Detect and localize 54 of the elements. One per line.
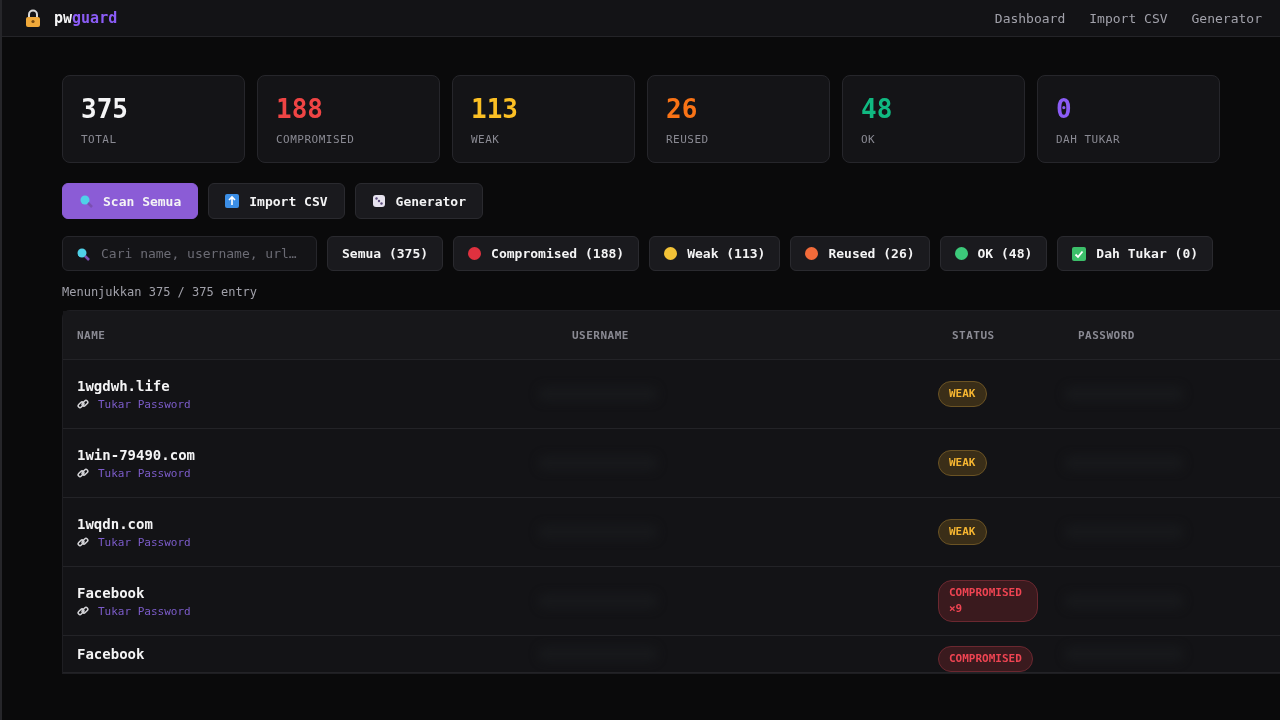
link-icon	[77, 536, 89, 548]
change-password-link[interactable]: Tukar Password	[98, 397, 191, 411]
stat-label: OK	[861, 133, 877, 146]
stat-value: 0	[1056, 93, 1073, 125]
search-icon	[79, 194, 93, 208]
column-header: USERNAME	[571, 328, 630, 342]
column-header: STATUS	[951, 328, 996, 342]
entry-name: 1wqdn.com	[77, 515, 154, 532]
filter-chip[interactable]: Reused (26)	[790, 236, 930, 271]
entry-name: 1win-79490.com	[77, 446, 196, 463]
dice-icon	[371, 194, 386, 208]
stat-value: 26	[666, 93, 699, 125]
stat-label: COMPROMISED	[276, 133, 356, 146]
change-password-link[interactable]: Tukar Password	[98, 535, 191, 549]
status-badge: COMPROMISED	[938, 646, 1033, 672]
stat-label: WEAK	[471, 133, 501, 146]
checkbox-icon	[1072, 246, 1087, 261]
action-button[interactable]: Scan Semua	[62, 183, 199, 219]
link-icon	[77, 467, 89, 479]
padlock-icon	[24, 9, 42, 27]
entry-name: 1wgdwh.life	[77, 377, 171, 394]
action-button[interactable]: Import CSV	[208, 183, 345, 219]
filter-chip[interactable]: Compromised (188)	[453, 236, 640, 271]
app-logo: pwguard	[54, 9, 118, 27]
status-badge: WEAK	[938, 450, 987, 476]
column-header: PASSWORD	[1077, 328, 1136, 342]
stat-value: 48	[861, 93, 894, 125]
action-button[interactable]: Generator	[354, 183, 483, 219]
upload-icon	[225, 194, 240, 208]
filter-chip[interactable]: OK (48)	[939, 236, 1048, 271]
stat-label: TOTAL	[81, 133, 118, 146]
status-badge: WEAK	[938, 381, 987, 407]
stat-value: 375	[81, 93, 129, 125]
nav-link[interactable]: Dashboard	[994, 10, 1066, 26]
filter-chip[interactable]: Semua (375)	[327, 236, 444, 271]
result-count: Menunjukkan 375 / 375 entry	[62, 285, 258, 299]
column-header: NAME	[76, 328, 107, 342]
search-field[interactable]: Cari name, username, url…	[62, 236, 317, 271]
change-password-link[interactable]: Tukar Password	[98, 604, 191, 618]
filter-chip[interactable]: Dah Tukar (0)	[1057, 236, 1214, 271]
link-icon	[77, 605, 89, 617]
entry-name: Facebook	[77, 646, 146, 662]
stat-value: 188	[276, 93, 324, 125]
status-badge: COMPROMISED ×9	[938, 580, 1038, 622]
link-icon	[77, 398, 89, 410]
status-badge: WEAK	[938, 519, 987, 545]
stat-label: DAH TUKAR	[1056, 133, 1122, 146]
filter-chip[interactable]: Weak (113)	[649, 236, 781, 271]
nav-link[interactable]: Generator	[1191, 10, 1262, 26]
nav-link[interactable]: Import CSV	[1089, 10, 1168, 26]
entry-name: Facebook	[77, 584, 146, 601]
stat-value: 113	[471, 93, 519, 125]
stat-label: REUSED	[666, 133, 710, 146]
change-password-link[interactable]: Tukar Password	[98, 466, 191, 480]
